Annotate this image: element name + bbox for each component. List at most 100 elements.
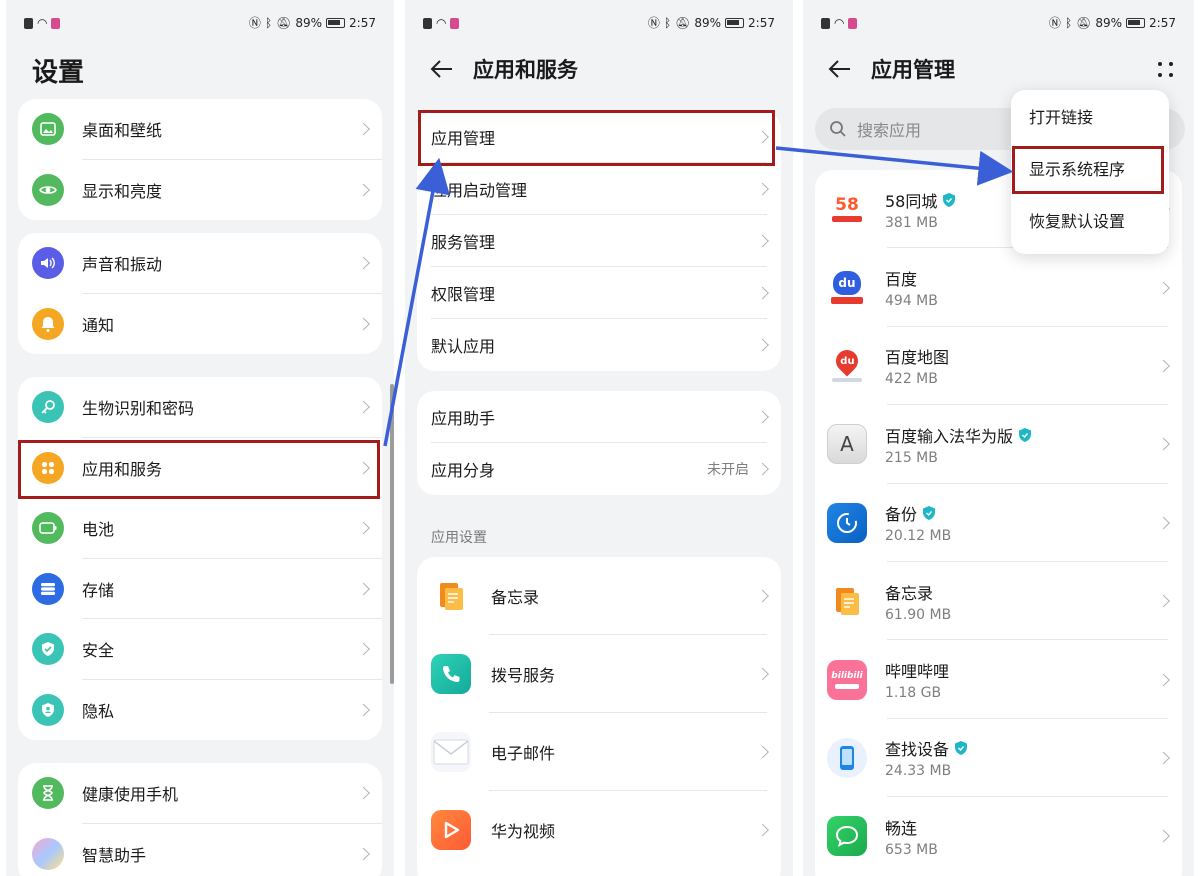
scrollbar[interactable]	[390, 384, 394, 684]
app-row[interactable]: du 百度地图 422 MB	[815, 327, 1182, 406]
notification-icon	[24, 17, 33, 29]
chevron-right-icon	[1157, 829, 1170, 843]
more-options-icon[interactable]	[1154, 58, 1176, 80]
baidu-map-app-icon: du	[827, 345, 867, 386]
app-notification-icon	[848, 17, 858, 29]
shield-check-icon	[32, 633, 64, 666]
settings-item-assistant[interactable]: 智慧助手	[18, 824, 382, 876]
nfc-icon: Ⓝ	[1048, 16, 1061, 30]
apps-services-screen: ◠ Ⓝ ᛒ 🔕︎ 89% 2:57 应用和服务 应用管理 应用启动管理 服务管理 权限管…	[405, 0, 793, 876]
chevron-right-icon	[756, 589, 769, 603]
app-row[interactable]: 查找设备 24.33 MB	[815, 719, 1182, 798]
chevron-right-icon	[357, 400, 370, 414]
app-size: 494 MB	[885, 293, 938, 310]
search-placeholder: 搜索应用	[857, 121, 922, 140]
chevron-right-icon	[1157, 516, 1170, 530]
app-row[interactable]: 备份 20.12 MB	[815, 484, 1182, 562]
chevron-right-icon	[756, 234, 769, 248]
menu-item-app-launch[interactable]: 应用启动管理	[417, 163, 781, 215]
settings-item-label: 智慧助手	[82, 845, 147, 865]
58tongcheng-app-icon: 58	[827, 189, 867, 230]
search-icon	[830, 121, 846, 137]
app-settings-item-dialer[interactable]: 拨号服务	[417, 635, 781, 713]
notes-app-icon	[431, 576, 471, 616]
app-settings-item-notes[interactable]: 备忘录	[417, 557, 781, 635]
back-arrow-icon[interactable]	[825, 54, 855, 84]
app-settings-label: 电子邮件	[491, 744, 556, 763]
chevron-right-icon	[1157, 751, 1170, 765]
chevron-right-icon	[357, 786, 370, 800]
app-twin-status: 未开启	[707, 462, 749, 478]
settings-group-3: 生物识别和密码 应用和服务 电池 存储 安全 隐私	[18, 377, 382, 740]
settings-item-privacy[interactable]: 隐私	[18, 680, 382, 741]
overflow-menu: 打开链接 显示系统程序 恢复默认设置	[1011, 90, 1169, 254]
menu-item-label: 应用分身	[431, 461, 496, 480]
settings-item-display[interactable]: 显示和亮度	[18, 160, 382, 221]
page-title: 应用管理	[871, 58, 955, 82]
chevron-right-icon	[1157, 359, 1170, 373]
page-header: 应用管理	[825, 50, 1176, 88]
chevron-right-icon	[357, 461, 370, 475]
app-size: 20.12 MB	[885, 528, 952, 545]
menu-item-default-apps[interactable]: 默认应用	[417, 319, 781, 371]
back-arrow-icon[interactable]	[427, 54, 457, 84]
app-row[interactable]: A 百度输入法华为版 215 MB	[815, 405, 1182, 484]
app-name: 哔哩哔哩	[885, 662, 950, 682]
settings-item-sound[interactable]: 声音和振动	[18, 233, 382, 294]
settings-group-2: 声音和振动 通知	[18, 233, 382, 354]
chevron-right-icon	[1157, 673, 1170, 686]
app-settings-item-video[interactable]: 华为视频	[417, 791, 781, 869]
menu-item-service-management[interactable]: 服务管理	[417, 215, 781, 267]
app-settings-item-email[interactable]: 电子邮件	[417, 713, 781, 791]
settings-item-wallpaper[interactable]: 桌面和壁纸	[18, 99, 382, 160]
battery-percent: 89%	[1095, 16, 1123, 30]
menu-item-show-system-apps[interactable]: 显示系统程序	[1011, 142, 1169, 194]
settings-item-digital-balance[interactable]: 健康使用手机	[18, 763, 382, 824]
settings-item-label: 生物识别和密码	[82, 399, 195, 419]
menu-item-reset-defaults[interactable]: 恢复默认设置	[1011, 194, 1169, 246]
app-settings-list: 备忘录 拨号服务 电子邮件 华为视频	[417, 557, 781, 876]
clock: 2:57	[1149, 16, 1176, 30]
settings-item-storage[interactable]: 存储	[18, 559, 382, 619]
chevron-right-icon	[756, 338, 769, 352]
settings-item-label: 存储	[82, 580, 115, 600]
app-row[interactable]: 备忘录 61.90 MB	[815, 562, 1182, 641]
settings-item-label: 安全	[82, 641, 115, 661]
assistant-icon	[32, 837, 64, 870]
phone-app-icon	[431, 654, 471, 694]
app-size: 61.90 MB	[885, 606, 952, 623]
app-row[interactable]: 畅连 653 MB	[815, 797, 1182, 875]
apps-grid-icon	[32, 451, 64, 484]
speaker-icon	[32, 247, 64, 280]
status-bar: ◠ Ⓝ ᛒ 🔕︎ 89% 2:57	[423, 12, 775, 34]
settings-item-notifications[interactable]: 通知	[18, 294, 382, 355]
app-settings-label: 备忘录	[491, 588, 540, 607]
video-app-icon	[431, 810, 471, 850]
settings-item-label: 声音和振动	[82, 255, 163, 275]
page-title: 设置	[32, 58, 85, 88]
app-row[interactable]: bilibili 哔哩哔哩 1.18 GB	[815, 640, 1182, 719]
email-app-icon	[431, 732, 471, 772]
settings-item-label: 桌面和壁纸	[82, 121, 163, 141]
chevron-right-icon	[357, 642, 370, 656]
menu-item-permissions[interactable]: 权限管理	[417, 267, 781, 319]
verified-shield-icon	[1019, 427, 1032, 442]
app-name: 百度地图	[885, 348, 950, 368]
menu-item-app-management[interactable]: 应用管理	[417, 111, 781, 163]
menu-item-label: 权限管理	[431, 285, 496, 304]
app-size: 381 MB	[885, 214, 938, 231]
settings-group-1: 桌面和壁纸 显示和亮度	[18, 99, 382, 220]
mute-icon: 🔕︎	[1076, 16, 1092, 30]
settings-item-apps-services[interactable]: 应用和服务	[18, 438, 382, 498]
menu-item-app-assistant[interactable]: 应用助手	[417, 391, 781, 443]
menu-item-label: 应用启动管理	[431, 181, 528, 200]
settings-item-biometrics[interactable]: 生物识别和密码	[18, 377, 382, 438]
settings-item-security[interactable]: 安全	[18, 619, 382, 680]
verified-shield-icon	[923, 506, 936, 521]
chevron-right-icon	[357, 703, 370, 717]
settings-item-battery[interactable]: 电池	[18, 498, 382, 559]
app-row[interactable]: du 百度 494 MB	[815, 248, 1182, 327]
menu-item-app-twin[interactable]: 应用分身 未开启	[417, 443, 781, 495]
menu-item-open-links[interactable]: 打开链接	[1011, 90, 1169, 142]
chevron-right-icon	[756, 130, 769, 144]
